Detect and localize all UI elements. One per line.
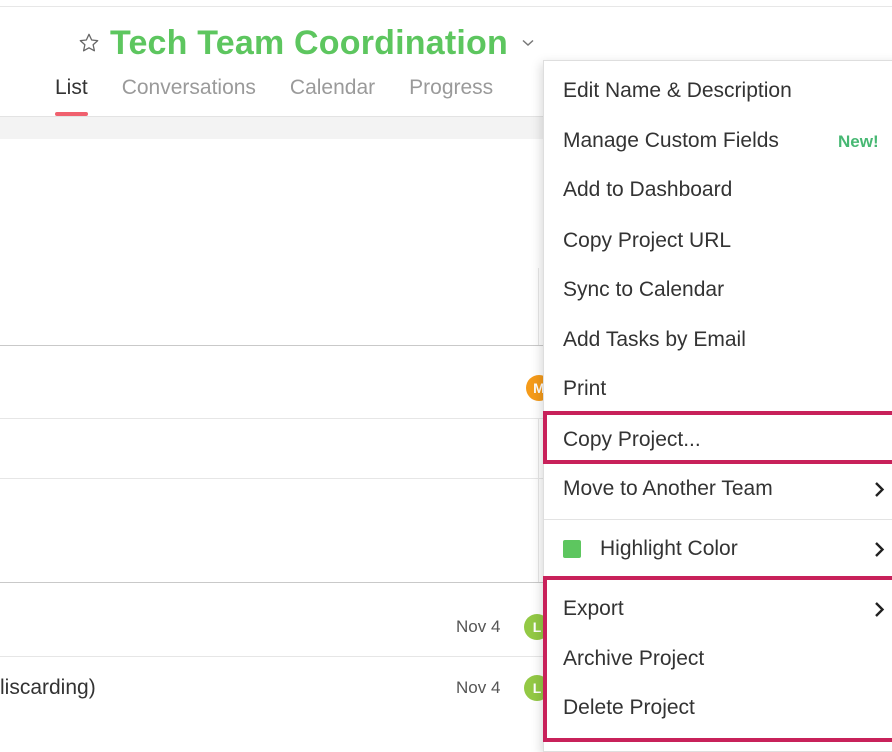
menu-item-label: Sync to Calendar bbox=[563, 278, 725, 301]
menu-item-label: Add Tasks by Email bbox=[563, 328, 746, 351]
menu-item-label: Print bbox=[563, 377, 607, 400]
menu-item-add-tasks-by-email[interactable]: Add Tasks by Email bbox=[544, 315, 892, 365]
tab-list[interactable]: List bbox=[55, 76, 88, 116]
column-divider bbox=[538, 418, 539, 478]
star-icon[interactable] bbox=[78, 32, 100, 54]
tab-calendar[interactable]: Calendar bbox=[290, 76, 375, 116]
project-tabs: List Conversations Calendar Progress bbox=[55, 76, 493, 116]
column-divider bbox=[538, 268, 539, 346]
menu-item-label: Copy Project URL bbox=[563, 229, 732, 252]
menu-item-manage-custom-fields[interactable]: Manage Custom Fields New! bbox=[544, 116, 892, 166]
section-divider bbox=[0, 345, 545, 346]
menu-item-label: Move to Another Team bbox=[563, 477, 773, 500]
top-divider bbox=[0, 6, 892, 7]
task-due-date: Nov 4 bbox=[456, 617, 501, 636]
section-divider bbox=[0, 582, 545, 583]
menu-item-label: Manage Custom Fields bbox=[563, 129, 779, 152]
row-divider bbox=[0, 656, 545, 657]
menu-item-sync-to-calendar[interactable]: Sync to Calendar bbox=[544, 265, 892, 315]
menu-divider bbox=[544, 519, 892, 520]
menu-item-add-to-dashboard[interactable]: Add to Dashboard bbox=[544, 165, 892, 215]
menu-item-label: Highlight Color bbox=[600, 537, 738, 560]
highlight-box-copy-project bbox=[543, 411, 892, 464]
chevron-right-icon bbox=[875, 482, 885, 497]
column-divider bbox=[538, 478, 539, 582]
menu-item-label: Edit Name & Description bbox=[563, 79, 792, 102]
task-due-date: Nov 4 bbox=[456, 678, 501, 697]
highlight-box-export-archive-delete bbox=[543, 576, 892, 742]
menu-item-edit-name-description[interactable]: Edit Name & Description bbox=[544, 66, 892, 116]
project-title[interactable]: Tech Team Coordination bbox=[110, 24, 508, 63]
tab-conversations[interactable]: Conversations bbox=[122, 76, 256, 116]
menu-item-label: Add to Dashboard bbox=[563, 178, 733, 201]
row-divider bbox=[0, 418, 545, 419]
tab-progress[interactable]: Progress bbox=[409, 76, 493, 116]
title-row: Tech Team Coordination bbox=[78, 22, 534, 64]
chevron-down-icon[interactable] bbox=[522, 39, 534, 47]
task-name[interactable]: liscarding) bbox=[0, 676, 96, 700]
menu-item-move-to-another-team[interactable]: Move to Another Team bbox=[544, 464, 892, 514]
menu-item-highlight-color[interactable]: Highlight Color bbox=[544, 524, 892, 574]
new-badge: New! bbox=[838, 132, 879, 151]
chevron-right-icon bbox=[875, 542, 885, 557]
color-swatch bbox=[563, 540, 581, 558]
row-divider bbox=[0, 478, 545, 479]
menu-item-print[interactable]: Print bbox=[544, 364, 892, 414]
menu-item-copy-project-url[interactable]: Copy Project URL bbox=[544, 216, 892, 266]
